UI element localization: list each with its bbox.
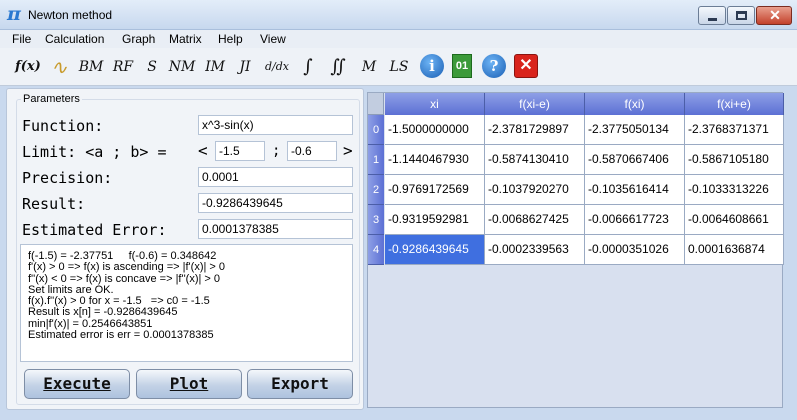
table-cell[interactable]: -0.1037920270 bbox=[485, 175, 585, 205]
table-cell[interactable]: -0.0066617723 bbox=[585, 205, 685, 235]
row-header[interactable]: 0 bbox=[368, 115, 384, 145]
table-cell[interactable]: -0.5870667406 bbox=[585, 145, 685, 175]
column-header-f-xi[interactable]: f(xi) bbox=[585, 93, 685, 115]
maximize-icon bbox=[736, 11, 747, 20]
table-cell[interactable]: -0.5874130410 bbox=[485, 145, 585, 175]
minimize-icon bbox=[708, 18, 717, 21]
menu-graph[interactable]: Graph bbox=[122, 32, 155, 46]
derivative-button[interactable]: d/dx bbox=[262, 52, 292, 82]
table-cell[interactable]: -2.3775050134 bbox=[585, 115, 685, 145]
iteration-method-button[interactable]: IM bbox=[202, 52, 228, 82]
log-line: f'(x) > 0 => f(x) is ascending => |f'(x)… bbox=[28, 261, 225, 274]
limit-open-bracket: < bbox=[198, 141, 208, 160]
table-cell[interactable]: 0.0001636874 bbox=[685, 235, 784, 265]
estimated-error-label: Estimated Error: bbox=[22, 221, 167, 239]
double-integral-button[interactable]: ∬ bbox=[326, 52, 350, 82]
table-cell[interactable]: -0.0002339563 bbox=[485, 235, 585, 265]
export-button-label: Export bbox=[271, 374, 329, 393]
jacobi-iteration-button[interactable]: JI bbox=[234, 52, 256, 82]
log-line: Estimated error is err = 0.0001378385 bbox=[28, 329, 214, 342]
selected-table-cell[interactable]: -0.9286439645 bbox=[385, 235, 485, 265]
table-cell[interactable]: -0.1035616414 bbox=[585, 175, 685, 205]
matrix-button[interactable]: M bbox=[358, 52, 380, 82]
precision-field[interactable]: 0.0001 bbox=[198, 167, 353, 187]
limit-separator: ; bbox=[272, 143, 281, 159]
row-header[interactable]: 4 bbox=[368, 235, 384, 265]
least-squares-button[interactable]: LS bbox=[386, 52, 412, 82]
grid-corner bbox=[368, 93, 384, 115]
function-label: Function: bbox=[22, 117, 104, 135]
column-header-xi[interactable]: xi bbox=[385, 93, 485, 115]
table-cell[interactable]: -0.1033313226 bbox=[685, 175, 784, 205]
regula-falsi-button[interactable]: RF bbox=[110, 52, 136, 82]
plot-button-label: Plot bbox=[169, 374, 209, 393]
menu-file[interactable]: File bbox=[12, 32, 31, 46]
table-cell[interactable]: -0.0000351026 bbox=[585, 235, 685, 265]
limit-a-field[interactable]: -1.5 bbox=[215, 141, 265, 161]
parameters-title: Parameters bbox=[21, 93, 82, 105]
bisection-method-button[interactable]: BM bbox=[78, 52, 104, 82]
table-cell[interactable]: -1.1440467930 bbox=[385, 145, 485, 175]
window-title: Newton method bbox=[28, 8, 113, 22]
function-field[interactable]: x^3-sin(x) bbox=[198, 115, 353, 135]
close-icon: ✕ bbox=[769, 7, 781, 23]
title-bar: π Newton method ✕ bbox=[0, 0, 797, 30]
row-header[interactable]: 3 bbox=[368, 205, 384, 235]
column-header-f-xi-minus-e[interactable]: f(xi-e) bbox=[485, 93, 585, 115]
toolbar: f(x) ∿ BM RF S NM IM JI d/dx ∫ ∬ M LS i … bbox=[0, 48, 797, 86]
plot-button[interactable]: Plot bbox=[136, 369, 242, 399]
row-header[interactable]: 2 bbox=[368, 175, 384, 205]
document-icon[interactable]: 01 bbox=[452, 54, 472, 78]
result-label: Result: bbox=[22, 195, 86, 213]
result-field[interactable]: -0.9286439645 bbox=[198, 193, 353, 213]
table-cell[interactable]: -0.0064608661 bbox=[685, 205, 784, 235]
info-icon[interactable]: i bbox=[420, 54, 444, 78]
graph-tool-button[interactable]: ∿ bbox=[46, 52, 72, 82]
estimated-error-field[interactable]: 0.0001378385 bbox=[198, 219, 353, 239]
integral-button[interactable]: ∫ bbox=[298, 52, 318, 82]
app-icon: π bbox=[7, 3, 21, 25]
function-tool-button[interactable]: f(x) bbox=[14, 52, 42, 82]
limit-label: Limit: <a ; b> = bbox=[22, 143, 167, 161]
secant-method-button[interactable]: S bbox=[142, 52, 162, 82]
results-grid[interactable]: xi f(xi-e) f(xi) f(xi+e) 0 -1.5000000000… bbox=[367, 92, 784, 408]
column-header-f-xi-plus-e[interactable]: f(xi+e) bbox=[685, 93, 784, 115]
maximize-button[interactable] bbox=[727, 6, 755, 25]
table-cell[interactable]: -1.5000000000 bbox=[385, 115, 485, 145]
export-button[interactable]: Export bbox=[247, 369, 353, 399]
menu-bar: File Calculation Graph Matrix Help View bbox=[0, 30, 797, 48]
close-button[interactable]: ✕ bbox=[756, 6, 792, 25]
table-cell[interactable]: -2.3781729897 bbox=[485, 115, 585, 145]
menu-view[interactable]: View bbox=[260, 32, 286, 46]
calculation-log[interactable]: f(-1.5) = -2.37751 f(-0.6) = 0.348642 f'… bbox=[20, 244, 353, 362]
newton-method-button[interactable]: NM bbox=[168, 52, 196, 82]
table-cell[interactable]: -0.9769172569 bbox=[385, 175, 485, 205]
execute-button[interactable]: Execute bbox=[24, 369, 130, 399]
menu-calculation[interactable]: Calculation bbox=[45, 32, 104, 46]
precision-label: Precision: bbox=[22, 169, 113, 187]
minimize-button[interactable] bbox=[698, 6, 726, 25]
menu-matrix[interactable]: Matrix bbox=[169, 32, 202, 46]
exit-icon[interactable]: ✕ bbox=[514, 54, 538, 78]
menu-help[interactable]: Help bbox=[218, 32, 243, 46]
row-header[interactable]: 1 bbox=[368, 145, 384, 175]
help-icon[interactable]: ? bbox=[482, 54, 506, 78]
limit-b-field[interactable]: -0.6 bbox=[287, 141, 337, 161]
table-cell[interactable]: -0.5867105180 bbox=[685, 145, 784, 175]
limit-close-bracket: > bbox=[343, 141, 353, 160]
table-cell[interactable]: -0.0068627425 bbox=[485, 205, 585, 235]
table-cell[interactable]: -0.9319592981 bbox=[385, 205, 485, 235]
execute-button-label: Execute bbox=[43, 374, 111, 393]
table-cell[interactable]: -2.3768371371 bbox=[685, 115, 784, 145]
